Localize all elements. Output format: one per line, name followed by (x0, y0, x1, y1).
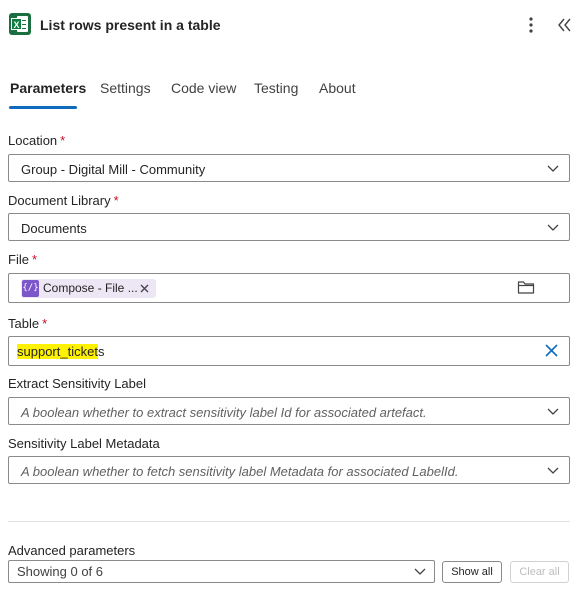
tab-code-view[interactable]: Code view (171, 80, 236, 96)
document-library-label: Document Library * (8, 193, 119, 208)
highlighted-text: support_ticket (17, 344, 98, 359)
clear-icon[interactable] (544, 343, 559, 358)
extract-sensitivity-placeholder: A boolean whether to extract sensitivity… (21, 405, 427, 420)
location-label: Location * (8, 133, 66, 148)
sensitivity-metadata-placeholder: A boolean whether to fetch sensitivity l… (21, 464, 459, 479)
remove-token-icon[interactable] (139, 283, 150, 294)
chevron-down-icon (547, 408, 559, 415)
document-library-dropdown[interactable]: Documents (8, 213, 570, 241)
file-label: File * (8, 252, 38, 267)
sensitivity-metadata-label: Sensitivity Label Metadata (8, 436, 160, 451)
tab-parameters[interactable]: Parameters (10, 80, 86, 96)
expression-icon: {/} (22, 280, 39, 297)
extract-sensitivity-label: Extract Sensitivity Label (8, 376, 147, 391)
chevron-down-icon (547, 467, 559, 474)
location-dropdown[interactable]: Group - Digital Mill - Community (8, 154, 570, 182)
extract-sensitivity-dropdown[interactable]: A boolean whether to extract sensitivity… (8, 397, 570, 425)
advanced-parameters-value: Showing 0 of 6 (17, 564, 104, 579)
table-label: Table * (8, 316, 48, 331)
location-value: Group - Digital Mill - Community (21, 162, 206, 177)
panel-header: X List rows present in a table (0, 0, 583, 50)
table-value[interactable]: support_tickets (17, 344, 104, 359)
section-divider (8, 521, 570, 522)
tab-settings[interactable]: Settings (100, 80, 151, 96)
chevron-down-icon (414, 568, 426, 575)
table-input[interactable]: support_tickets (8, 336, 570, 366)
chevron-down-icon (547, 165, 559, 172)
required-marker: * (31, 252, 38, 267)
double-chevron-left-icon[interactable] (556, 15, 572, 35)
folder-icon[interactable] (517, 279, 535, 295)
sensitivity-metadata-dropdown[interactable]: A boolean whether to fetch sensitivity l… (8, 456, 570, 484)
action-title: List rows present in a table (40, 17, 221, 33)
tab-about[interactable]: About (319, 80, 356, 96)
show-all-button[interactable]: Show all (442, 561, 502, 583)
tab-bar: Parameters Settings Code view Testing Ab… (0, 76, 583, 110)
document-library-value: Documents (21, 221, 87, 236)
chevron-down-icon (547, 224, 559, 231)
active-tab-indicator (9, 106, 77, 109)
required-marker: * (113, 193, 119, 208)
advanced-parameters-dropdown[interactable]: Showing 0 of 6 (8, 560, 435, 583)
clear-all-button[interactable]: Clear all (510, 561, 569, 583)
token-label: Compose - File ... (43, 281, 138, 295)
dynamic-content-token[interactable]: {/} Compose - File ... (21, 279, 156, 298)
required-marker: * (42, 316, 48, 331)
required-marker: * (60, 133, 66, 148)
file-input[interactable]: {/} Compose - File ... (8, 273, 570, 303)
advanced-parameters-label: Advanced parameters (8, 543, 136, 558)
tab-testing[interactable]: Testing (254, 80, 298, 96)
excel-icon: X (9, 13, 31, 35)
more-vertical-icon[interactable] (524, 15, 538, 35)
